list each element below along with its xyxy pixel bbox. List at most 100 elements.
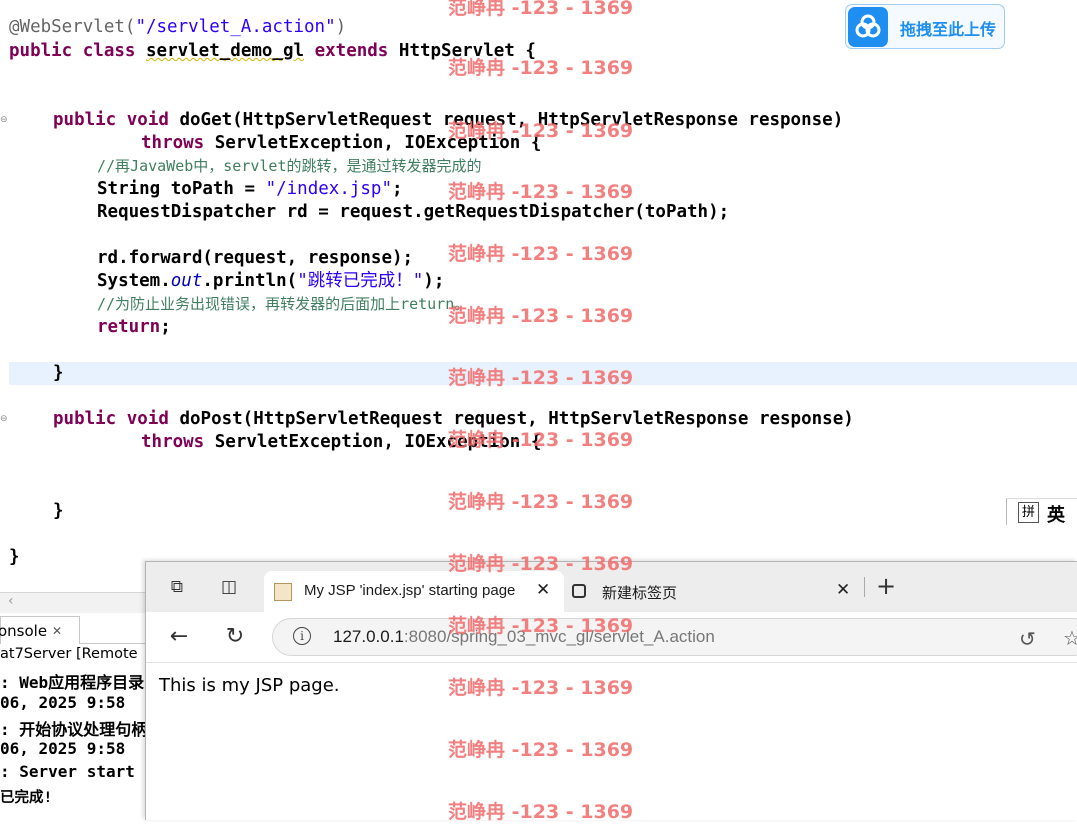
code-token: doGet(HttpServletRequest request, HttpSe… bbox=[179, 110, 844, 130]
console-line: : Server start bbox=[0, 762, 135, 781]
tab-actions-icon[interactable]: ◫ bbox=[216, 574, 242, 600]
code-line-current[interactable]: } bbox=[9, 362, 1077, 385]
ime-language-label: 英 bbox=[1047, 505, 1065, 526]
code-line-comment[interactable]: //再JavaWeb中，servlet的跳转，是通过转发器完成的 bbox=[97, 155, 482, 178]
browser-essentials-icon[interactable]: ↺ bbox=[1019, 627, 1036, 651]
address-bar[interactable]: i 127.0.0.1:8080/spring_03_mvc_gl/servle… bbox=[272, 618, 1077, 656]
tab-new-tab-page[interactable]: 新建标签页 ✕ bbox=[566, 571, 856, 612]
code-line-annotation[interactable]: @WebServlet("/servlet_A.action") bbox=[9, 16, 346, 39]
code-line-class-decl[interactable]: public class servlet_demo_gl extends Htt… bbox=[9, 40, 536, 63]
string-token: "/index.jsp" bbox=[265, 179, 393, 199]
code-token: ServletException, IOException { bbox=[214, 432, 542, 452]
code-token: ; bbox=[392, 179, 403, 199]
code-line-comment[interactable]: //为防止业务出现错误，再转发器的后面加上return。 bbox=[97, 293, 469, 316]
fold-collapse-icon[interactable]: ⊖ bbox=[0, 116, 8, 125]
address-toolbar: ← ↻ i 127.0.0.1:8080/spring_03_mvc_gl/se… bbox=[146, 612, 1077, 662]
code-token: ); bbox=[423, 271, 445, 291]
string-token: "跳转已完成！" bbox=[297, 271, 424, 291]
code-line-dopost[interactable]: public void doPost(HttpServletRequest re… bbox=[53, 408, 854, 431]
tab-console[interactable]: onsole ✕ bbox=[0, 616, 80, 644]
code-line-close-brace[interactable]: } bbox=[9, 546, 20, 569]
close-icon[interactable]: ✕ bbox=[836, 580, 850, 600]
info-icon[interactable]: i bbox=[293, 627, 311, 645]
browser-tab-bar: ⧉ ◫ My JSP 'index.jsp' starting page ✕ 新… bbox=[146, 562, 1077, 612]
keyword-token: void bbox=[126, 409, 169, 429]
drag-upload-button[interactable]: 拖拽至此上传 bbox=[845, 4, 1005, 49]
keyword-token: public bbox=[53, 409, 117, 429]
code-token: } bbox=[53, 501, 64, 521]
console-line: 06, 2025 9:58 bbox=[0, 693, 126, 712]
code-token: rd.forward(request, response); bbox=[97, 248, 414, 268]
keyword-token: class bbox=[82, 41, 136, 61]
workspaces-icon[interactable]: ⧉ bbox=[164, 574, 190, 600]
annotation-token: ) bbox=[335, 17, 347, 37]
console-line: 已完成! bbox=[0, 790, 53, 806]
keyword-token: public bbox=[9, 41, 73, 61]
horizontal-scrollbar[interactable]: ‹ bbox=[0, 592, 150, 613]
code-line-dispatcher[interactable]: RequestDispatcher rd = request.getReques… bbox=[97, 201, 729, 224]
code-token: .println( bbox=[202, 271, 298, 291]
keyword-token: extends bbox=[314, 41, 389, 61]
cloud-icon bbox=[848, 7, 888, 47]
url-text[interactable]: 127.0.0.1:8080/spring_03_mvc_gl/servlet_… bbox=[333, 627, 715, 647]
page-heading-text: This is my JSP page. bbox=[159, 675, 340, 696]
code-token: } bbox=[9, 547, 20, 567]
upload-label: 拖拽至此上传 bbox=[900, 20, 997, 39]
code-line-topath[interactable]: String toPath = "/index.jsp"; bbox=[97, 178, 403, 201]
code-line-doget[interactable]: public void doGet(HttpServletRequest req… bbox=[53, 109, 843, 132]
class-name-token: servlet_demo_gl bbox=[146, 41, 305, 61]
fold-collapse-icon[interactable]: ⊖ bbox=[0, 415, 8, 424]
tab-jsp-page[interactable]: My JSP 'index.jsp' starting page ✕ bbox=[264, 571, 564, 612]
code-line-throws[interactable]: throws ServletException, IOException { bbox=[141, 132, 541, 155]
tab-title: 新建标签页 bbox=[602, 585, 678, 602]
keyword-token: public bbox=[53, 110, 117, 130]
string-token: "/servlet_A.action" bbox=[135, 17, 336, 37]
code-token: ServletException, IOException { bbox=[214, 133, 542, 153]
tab-bar-divider bbox=[80, 643, 145, 644]
code-line-println[interactable]: System.out.println("跳转已完成！"); bbox=[97, 270, 444, 293]
code-token: System. bbox=[97, 271, 171, 291]
ime-indicator[interactable]: 拼 英 bbox=[1006, 498, 1077, 526]
url-host: 127.0.0.1 bbox=[333, 627, 404, 646]
comment-token: //再JavaWeb中，servlet的跳转，是通过转发器完成的 bbox=[97, 157, 482, 175]
console-process-label: at7Server [Remote bbox=[0, 646, 138, 662]
console-panel[interactable]: onsole ✕ at7Server [Remote : Web应用程序目录 0… bbox=[0, 616, 145, 820]
reload-icon[interactable]: ↻ bbox=[222, 624, 248, 650]
code-line-forward[interactable]: rd.forward(request, response); bbox=[97, 247, 413, 270]
console-line: : 开始协议处理句柄 bbox=[0, 720, 145, 739]
code-token: RequestDispatcher rd = request.getReques… bbox=[97, 202, 730, 222]
scroll-left-icon[interactable]: ‹ bbox=[8, 593, 14, 609]
url-path: :8080/spring_03_mvc_gl/servlet_A.action bbox=[403, 627, 715, 646]
browser-window[interactable]: ⧉ ◫ My JSP 'index.jsp' starting page ✕ 新… bbox=[145, 561, 1077, 820]
new-tab-button[interactable]: + bbox=[876, 572, 896, 600]
close-icon[interactable]: ✕ bbox=[52, 617, 62, 645]
comment-token: //为防止业务出现错误，再转发器的后面加上return。 bbox=[97, 295, 470, 313]
page-favicon-icon bbox=[274, 583, 292, 601]
code-line-close-brace[interactable]: } bbox=[53, 500, 64, 523]
ime-mode-icon: 拼 bbox=[1018, 502, 1039, 523]
field-token: out bbox=[170, 271, 203, 291]
code-token: } bbox=[53, 363, 64, 383]
keyword-token: throws bbox=[141, 133, 205, 153]
console-tab-label: onsole bbox=[0, 622, 48, 640]
page-content: This is my JSP page. bbox=[146, 662, 1077, 820]
console-line: 06, 2025 9:58 bbox=[0, 739, 126, 758]
tab-separator bbox=[864, 577, 865, 597]
keyword-token: throws bbox=[141, 432, 205, 452]
code-editor[interactable]: @WebServlet("/servlet_A.action") public … bbox=[0, 0, 1077, 590]
new-tab-page-icon bbox=[572, 584, 586, 598]
back-arrow-icon[interactable]: ← bbox=[166, 624, 192, 650]
code-line-throws[interactable]: throws ServletException, IOException { bbox=[141, 431, 541, 454]
favorite-star-icon[interactable]: ☆ bbox=[1063, 626, 1077, 650]
code-token: String toPath = bbox=[97, 179, 266, 199]
console-line: : Web应用程序目录 bbox=[0, 673, 145, 692]
code-token: doPost(HttpServletRequest request, HttpS… bbox=[179, 409, 854, 429]
code-line-return[interactable]: return; bbox=[97, 316, 171, 339]
keyword-token: return bbox=[97, 317, 161, 337]
keyword-token: void bbox=[126, 110, 169, 130]
code-token: HttpServlet { bbox=[398, 41, 536, 61]
annotation-token: @WebServlet( bbox=[9, 17, 136, 37]
tab-title: My JSP 'index.jsp' starting page bbox=[304, 582, 516, 599]
code-token: ; bbox=[160, 317, 171, 337]
close-icon[interactable]: ✕ bbox=[536, 580, 550, 600]
